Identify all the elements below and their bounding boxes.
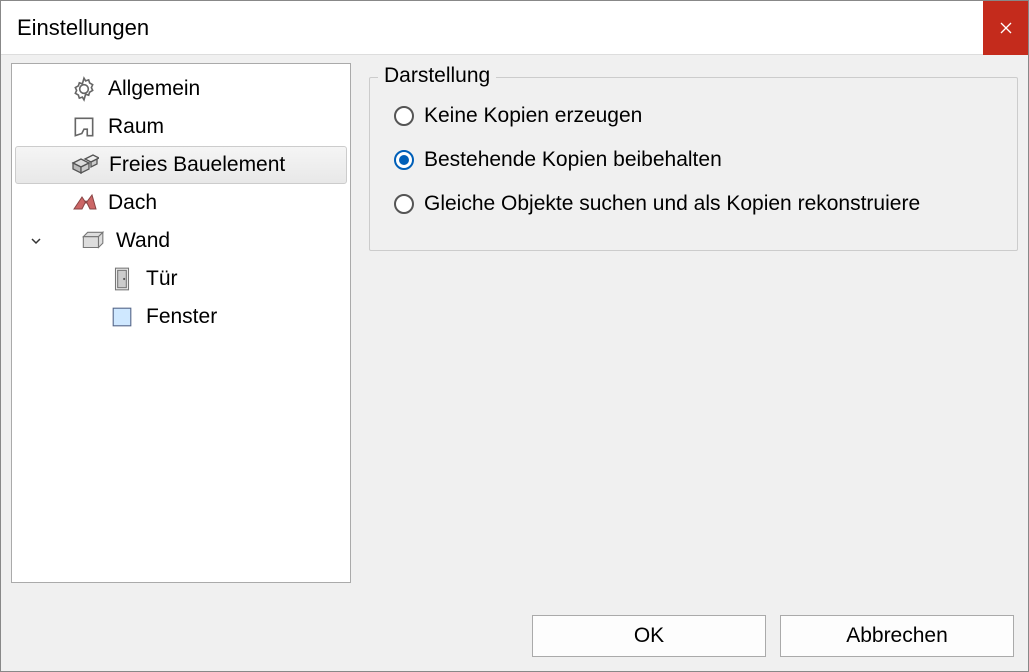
tree-item-window[interactable]: Fenster: [12, 298, 350, 336]
cancel-button[interactable]: Abbrechen: [780, 615, 1014, 657]
room-icon: [68, 111, 100, 143]
settings-dialog: Einstellungen Allgemein Raum: [0, 0, 1029, 672]
tree-item-door[interactable]: Tür: [12, 260, 350, 298]
tree-item-label: Dach: [108, 191, 157, 215]
close-button[interactable]: [983, 1, 1028, 55]
tree-item-label: Raum: [108, 115, 164, 139]
tree-item-room[interactable]: Raum: [12, 108, 350, 146]
radio-label: Gleiche Objekte suchen und als Kopien re…: [424, 192, 920, 216]
cube-icon: [69, 149, 101, 181]
chevron-down-icon[interactable]: [28, 235, 44, 247]
window-icon: [106, 301, 138, 333]
tree-item-label: Allgemein: [108, 77, 200, 101]
radio-no-copies[interactable]: Keine Kopien erzeugen: [388, 94, 999, 138]
roof-icon: [68, 187, 100, 219]
radio-label: Keine Kopien erzeugen: [424, 104, 642, 128]
radio-icon: [394, 194, 414, 214]
dialog-footer: OK Abbrechen: [1, 603, 1028, 671]
category-tree[interactable]: Allgemein Raum Freies Bauelement: [11, 63, 351, 583]
tree-item-wall[interactable]: Wand: [12, 222, 350, 260]
titlebar: Einstellungen: [1, 1, 1028, 55]
tree-item-label: Freies Bauelement: [109, 153, 285, 177]
wall-icon: [76, 225, 108, 257]
tree-item-label: Tür: [146, 267, 178, 291]
gear-icon: [68, 73, 100, 105]
door-icon: [106, 263, 138, 295]
radio-label: Bestehende Kopien beibehalten: [424, 148, 722, 172]
tree-item-free-element[interactable]: Freies Bauelement: [15, 146, 347, 184]
settings-panel: Darstellung Keine Kopien erzeugen Besteh…: [369, 63, 1018, 603]
ok-button[interactable]: OK: [532, 615, 766, 657]
tree-item-label: Wand: [116, 229, 170, 253]
close-icon: [1000, 22, 1012, 34]
radio-keep-copies[interactable]: Bestehende Kopien beibehalten: [388, 138, 999, 182]
tree-item-label: Fenster: [146, 305, 217, 329]
groupbox-title: Darstellung: [378, 64, 496, 88]
display-groupbox: Darstellung Keine Kopien erzeugen Besteh…: [369, 77, 1018, 251]
radio-reconstruct-copies[interactable]: Gleiche Objekte suchen und als Kopien re…: [388, 182, 999, 226]
content-area: Allgemein Raum Freies Bauelement: [1, 55, 1028, 603]
radio-icon: [394, 150, 414, 170]
dialog-title: Einstellungen: [17, 15, 149, 41]
tree-item-general[interactable]: Allgemein: [12, 70, 350, 108]
radio-icon: [394, 106, 414, 126]
tree-item-roof[interactable]: Dach: [12, 184, 350, 222]
